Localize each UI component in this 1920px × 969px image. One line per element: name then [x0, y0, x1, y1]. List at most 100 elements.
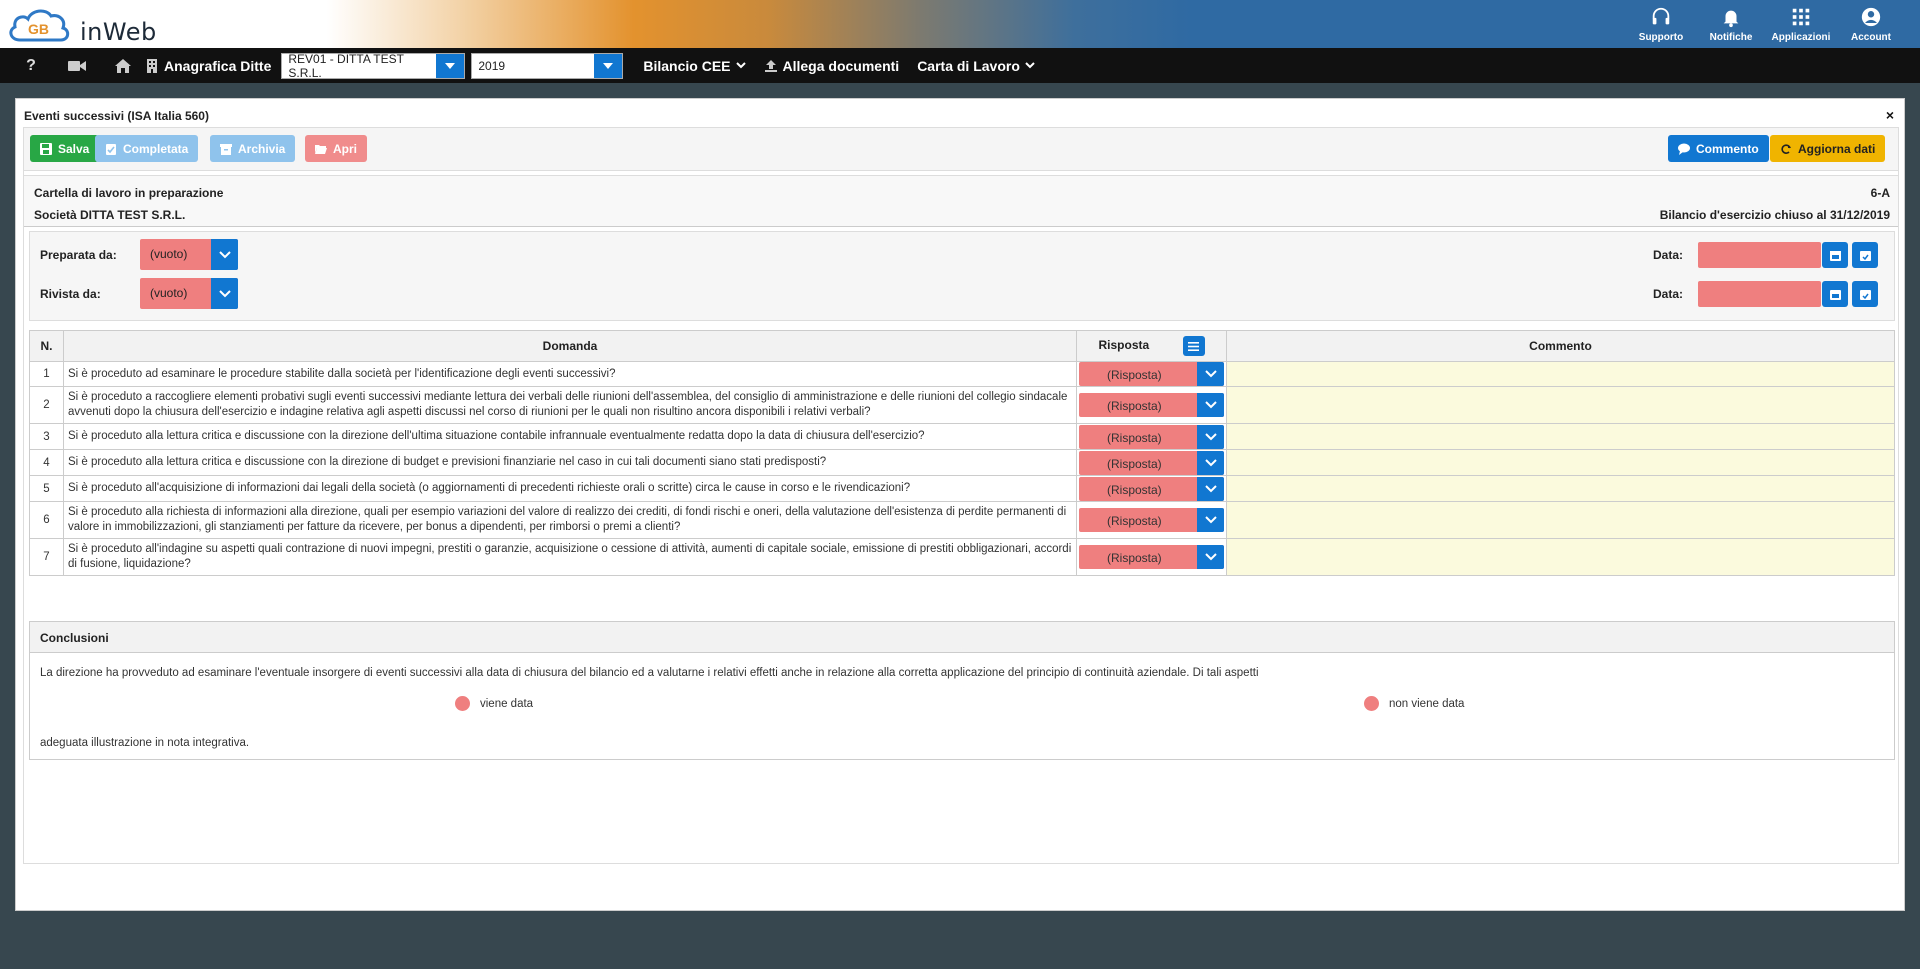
row-number: 5	[29, 475, 64, 502]
chevron-down-icon	[218, 289, 231, 297]
company-select[interactable]: REV01 - DITTA TEST S.R.L.	[281, 51, 466, 80]
radio-non-viene-data[interactable]: non viene data	[1364, 696, 1464, 711]
row-comment-input[interactable]	[1226, 386, 1895, 424]
account-button[interactable]: Account	[1836, 0, 1906, 48]
col-header-n: N.	[29, 330, 64, 362]
video-button[interactable]	[54, 48, 100, 83]
table-row: 7 Si è proceduto all'indagine su aspetti …	[29, 538, 1895, 576]
row-comment-input[interactable]	[1226, 361, 1895, 387]
allega-documenti-link[interactable]: Allega documenti	[764, 58, 899, 74]
completata-button[interactable]: Completata	[95, 135, 199, 162]
carta-di-lavoro-menu[interactable]: Carta di Lavoro	[917, 58, 1035, 74]
row-answer-cell: (Risposta)	[1076, 386, 1227, 424]
applications-button[interactable]: Applicazioni	[1766, 0, 1836, 48]
company-dropdown-button[interactable]	[436, 53, 465, 78]
row-number: 6	[29, 501, 64, 539]
chevron-down-icon	[1025, 62, 1035, 69]
answer-dropdown-button[interactable]	[1197, 508, 1224, 532]
questions-table: N. Domanda Risposta Commento 1 Si è proce…	[29, 330, 1895, 576]
answer-select[interactable]: (Risposta)	[1079, 476, 1224, 501]
answer-select[interactable]: (Risposta)	[1079, 424, 1224, 449]
preparata-value: (vuoto)	[150, 247, 188, 261]
row-answer-cell: (Risposta)	[1076, 501, 1227, 539]
row-comment-input[interactable]	[1226, 449, 1895, 476]
answer-dropdown-button[interactable]	[1197, 424, 1224, 449]
archivia-button[interactable]: Archivia	[210, 135, 296, 162]
company-select-value: REV01 - DITTA TEST S.R.L.	[288, 51, 404, 80]
answer-select[interactable]: (Risposta)	[1079, 508, 1224, 532]
headset-icon	[1652, 7, 1670, 24]
answer-dropdown-button[interactable]	[1197, 362, 1224, 386]
row-question: Si è proceduto alla richiesta di informa…	[63, 501, 1077, 539]
radio-viene-data-circle[interactable]	[455, 696, 470, 711]
row-number: 7	[29, 538, 64, 576]
commento-label: Commento	[1696, 141, 1759, 156]
rivista-dropdown-button[interactable]	[211, 278, 238, 309]
save-icon	[40, 142, 52, 155]
preparata-data-label: Data:	[1653, 248, 1684, 262]
apri-button[interactable]: Apri	[305, 135, 367, 162]
row-number: 4	[29, 449, 64, 476]
radio-non-viene-data-label: non viene data	[1389, 697, 1465, 710]
answer-dropdown-button[interactable]	[1197, 450, 1224, 475]
applications-label: Applicazioni	[1771, 31, 1831, 43]
answer-select[interactable]: (Risposta)	[1079, 362, 1224, 386]
upload-icon	[764, 59, 777, 72]
row-question: Si è proceduto all'indagine su aspetti q…	[63, 538, 1077, 576]
bilancio-cee-menu[interactable]: Bilancio CEE	[643, 58, 746, 74]
rivista-select[interactable]: (vuoto)	[140, 278, 238, 309]
salva-button[interactable]: Salva	[30, 135, 100, 162]
answer-select[interactable]: (Risposta)	[1079, 393, 1224, 417]
table-row: 5 Si è proceduto all'acquisizione di info…	[29, 475, 1895, 502]
row-comment-input[interactable]	[1226, 423, 1895, 450]
preparata-select[interactable]: (vuoto)	[140, 239, 238, 270]
top-actions: Supporto Notifiche Applicazioni Account	[1626, 0, 1906, 48]
year-dropdown-button[interactable]	[594, 53, 623, 78]
row-comment-input[interactable]	[1226, 501, 1895, 539]
app-logo[interactable]: GB inWeb	[6, 4, 156, 46]
home-button[interactable]	[100, 48, 146, 83]
aggiorna-dati-button[interactable]: Aggiorna dati	[1770, 135, 1886, 162]
worksheet-info: Cartella di lavoro in preparazione Socie…	[24, 175, 1898, 227]
chevron-down-icon	[1204, 458, 1217, 466]
radio-non-viene-data-circle[interactable]	[1364, 696, 1379, 711]
table-row: 1 Si è proceduto ad esaminare le procedur…	[29, 361, 1895, 387]
row-comment-input[interactable]	[1226, 538, 1895, 576]
rivista-date-input[interactable]	[1698, 281, 1821, 307]
rivista-label: Rivista da:	[40, 287, 101, 301]
table-row: 3 Si è proceduto alla lettura critica e d…	[29, 423, 1895, 450]
support-button[interactable]: Supporto	[1626, 0, 1696, 48]
close-icon[interactable]: ×	[1886, 107, 1894, 123]
risposta-bulk-menu-button[interactable]	[1182, 336, 1205, 356]
answer-dropdown-button[interactable]	[1197, 545, 1224, 569]
rivista-today-button[interactable]	[1852, 281, 1878, 307]
answer-dropdown-button[interactable]	[1197, 393, 1224, 417]
preparata-dropdown-button[interactable]	[211, 239, 238, 270]
radio-viene-data-label: viene data	[480, 697, 534, 710]
apri-label: Apri	[333, 141, 357, 156]
year-select[interactable]: 2019	[471, 52, 624, 79]
answer-select[interactable]: (Risposta)	[1079, 545, 1224, 569]
answer-dropdown-button[interactable]	[1197, 476, 1224, 501]
conclusioni-title: Conclusioni	[30, 622, 1894, 653]
preparata-date-input[interactable]	[1698, 242, 1821, 268]
table-row: 2 Si è proceduto a raccogliere elementi p…	[29, 386, 1895, 424]
preparata-today-button[interactable]	[1852, 242, 1878, 268]
anagrafica-ditte-link[interactable]: Anagrafica Ditte	[146, 58, 271, 74]
chevron-down-icon	[1204, 484, 1217, 492]
help-button[interactable]: ?	[8, 48, 54, 83]
notifications-button[interactable]: Notifiche	[1696, 0, 1766, 48]
preparata-calendar-button[interactable]	[1822, 242, 1848, 268]
answer-select-value: (Risposta)	[1107, 551, 1162, 565]
calendar-icon	[1829, 250, 1841, 261]
calendar-check-icon	[1859, 289, 1871, 300]
radio-viene-data[interactable]: viene data	[455, 696, 533, 711]
year-select-value: 2019	[478, 58, 506, 73]
chevron-down-icon	[1204, 553, 1217, 561]
row-comment-input[interactable]	[1226, 475, 1895, 502]
rivista-calendar-button[interactable]	[1822, 281, 1848, 307]
salva-label: Salva	[58, 141, 90, 156]
commento-button[interactable]: Commento	[1668, 135, 1769, 162]
row-question: Si è proceduto a raccogliere elementi pr…	[63, 386, 1077, 424]
answer-select[interactable]: (Risposta)	[1079, 450, 1224, 475]
